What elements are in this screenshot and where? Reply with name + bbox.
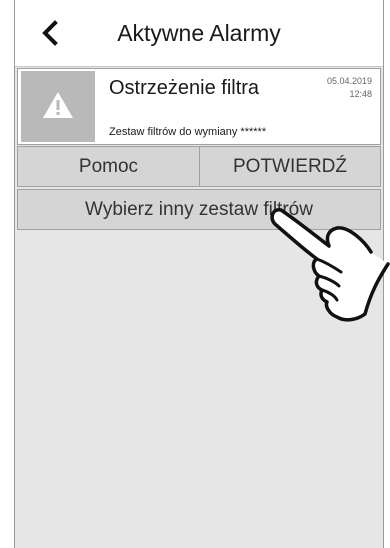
- warning-triangle-icon: [43, 92, 73, 118]
- confirm-button[interactable]: POTWIERDŹ: [199, 146, 381, 187]
- action-row: Pomoc POTWIERDŹ: [17, 146, 381, 188]
- help-button[interactable]: Pomoc: [17, 146, 200, 187]
- pointing-hand-icon: [270, 208, 390, 322]
- alarm-date: 05.04.2019: [326, 76, 372, 86]
- alarm-description: Zestaw filtrów do wymiany ******: [109, 126, 267, 138]
- alarm-icon-box: [21, 71, 95, 142]
- alarm-time: 12:48: [349, 89, 372, 99]
- page-title: Aktywne Alarmy: [117, 20, 281, 46]
- alarm-title: Ostrzeżenie filtra: [109, 77, 260, 99]
- alarm-card[interactable]: Ostrzeżenie filtra 05.04.2019 12:48 Zest…: [17, 68, 381, 145]
- alarm-timestamp: 05.04.2019 12:48: [327, 75, 372, 101]
- header-bar: Aktywne Alarmy: [15, 0, 383, 67]
